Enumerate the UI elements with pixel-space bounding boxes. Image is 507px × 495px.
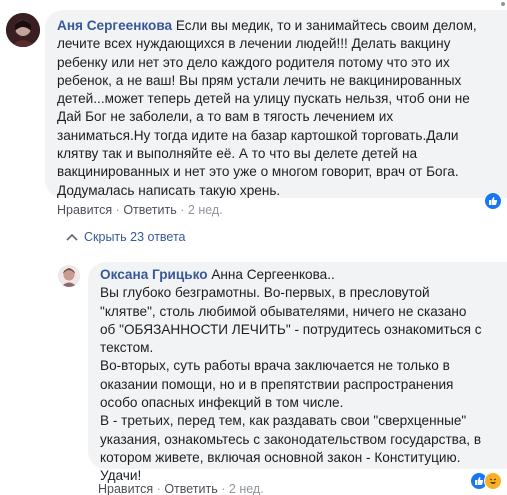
reply-time[interactable]: 2 нед. bbox=[229, 482, 264, 495]
comment-body: Аня Сергеенкова Если вы медик, то и зани… bbox=[57, 17, 477, 200]
comment-line: клятву так и выполняйте её. А то что вы … bbox=[57, 146, 418, 162]
comment-line: лечите всех нуждающихся в лечении людей!… bbox=[57, 36, 451, 52]
separator: · bbox=[115, 203, 120, 217]
comment-line: ребенку или нет это дело каждого родител… bbox=[57, 54, 450, 70]
hide-replies-label: Скрыть 23 ответа bbox=[84, 230, 186, 244]
reply-line: особо опасных инфекций в том числе. bbox=[100, 395, 344, 411]
reply-punct: . bbox=[331, 267, 335, 282]
reply-line: оказании помощи, но и в препятствии расп… bbox=[100, 376, 454, 392]
like-link[interactable]: Нравится bbox=[57, 203, 112, 217]
like-link[interactable]: Нравится bbox=[98, 482, 153, 495]
like-reaction-icon bbox=[484, 192, 502, 210]
reply-author[interactable]: Оксана Грицько bbox=[100, 267, 208, 282]
reply-line: об "ОБЯЗАННОСТИ ЛЕЧИТЬ" - потрудитесь оз… bbox=[100, 321, 482, 337]
avatar[interactable] bbox=[58, 265, 80, 287]
comment-author[interactable]: Аня Сергеенкова bbox=[57, 18, 172, 33]
separator: · bbox=[156, 482, 161, 495]
reply-line: В - третьих, перед тем, как раздавать св… bbox=[100, 413, 467, 429]
comment-line: Дай Бог не заболели, а то вам в тягость … bbox=[57, 109, 394, 125]
reply-body: Оксана Грицько Анна Сергеенкова.. Вы глу… bbox=[100, 266, 482, 486]
reply-line: Во-вторых, суть работы врача заключается… bbox=[100, 358, 450, 374]
comment-line: ребенок, а не ваш! Вы прям устали лечить… bbox=[57, 72, 462, 88]
reply-actions: Нравится · Ответить · 2 нед. bbox=[98, 482, 264, 495]
reply-line: текстом. bbox=[100, 340, 154, 356]
comment-actions: Нравится · Ответить · 2 нед. bbox=[57, 203, 223, 217]
comment-line: Додумалась написать такую хрень. bbox=[57, 182, 281, 198]
comment-line: Если вы медик, то и занимайтесь своим де… bbox=[175, 18, 477, 33]
reaction-summary[interactable] bbox=[484, 192, 502, 210]
reply-link[interactable]: Ответить bbox=[123, 203, 176, 217]
chevron-up-icon bbox=[66, 233, 78, 241]
reply-line: Вы глубоко безграмотны. Во-первых, в пре… bbox=[100, 285, 430, 301]
separator: · bbox=[221, 482, 226, 495]
avatar[interactable] bbox=[6, 13, 40, 47]
reply-line: котором живете, включая основной закон -… bbox=[100, 449, 461, 465]
reply-line: "клятве", столь любимой обывателями, нич… bbox=[100, 303, 467, 319]
comment-line: вакцинированных и нет это уже о многом г… bbox=[57, 164, 459, 180]
hide-replies-link[interactable]: Скрыть 23 ответа bbox=[66, 230, 186, 244]
reply-link[interactable]: Ответить bbox=[164, 482, 217, 495]
reaction-summary[interactable] bbox=[470, 472, 502, 490]
haha-reaction-icon bbox=[484, 472, 502, 490]
reply-line: указания, ознакомьтесь с законодательств… bbox=[100, 431, 482, 447]
reply-mention[interactable]: Анна Сергеенкова. bbox=[211, 267, 331, 282]
comment-line: детей...может теперь детей на улицу пуск… bbox=[57, 91, 470, 107]
separator: · bbox=[180, 203, 185, 217]
comment-time[interactable]: 2 нед. bbox=[188, 203, 223, 217]
comment-line: заниматься.Ну тогда идите на базар карто… bbox=[57, 127, 459, 143]
